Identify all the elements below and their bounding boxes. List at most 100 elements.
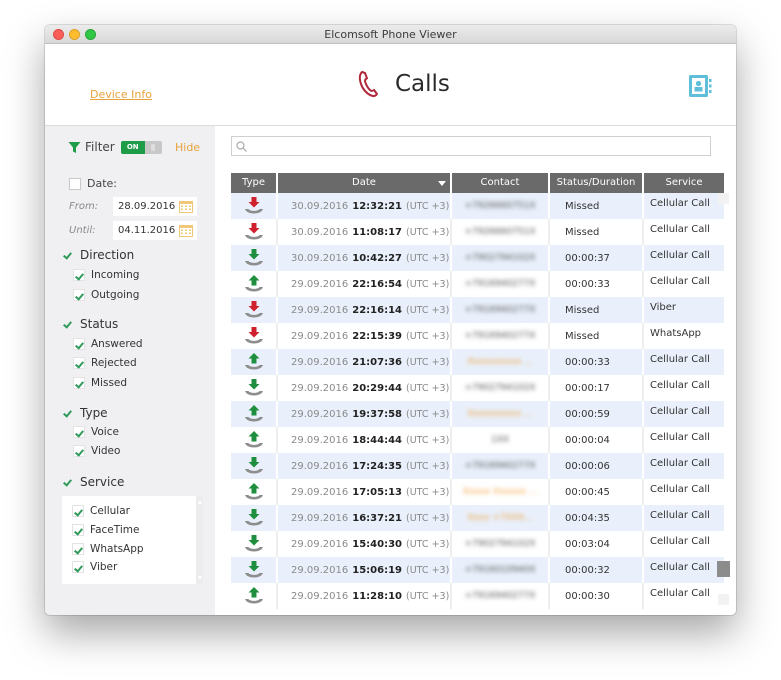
until-date-row: Until: 04.11.2016 <box>69 221 197 240</box>
calendar-icon[interactable] <box>179 224 193 237</box>
table-row[interactable]: 29.09.2016 17:24:35 (UTC +3) +7916940277X 00… <box>231 453 724 479</box>
column-header-contact[interactable]: Contact <box>452 173 550 193</box>
title-bar: Elcomsoft Phone Viewer <box>45 25 736 44</box>
checkmark-icon <box>73 445 85 457</box>
missed-checkbox[interactable]: Missed <box>73 377 127 389</box>
viber-checkbox[interactable]: Viber <box>72 561 117 573</box>
call-service: Cellular Call <box>650 276 710 287</box>
table-row[interactable]: 29.09.2016 11:28:10 (UTC +3) +7916940277X 00… <box>231 583 724 609</box>
call-type-cell <box>231 297 278 323</box>
whatsapp-label: WhatsApp <box>90 543 144 555</box>
call-contact-cell: +7916940277X <box>452 323 550 349</box>
column-header-status-duration[interactable]: Status/Duration <box>550 173 644 193</box>
scroll-up-arrow-icon[interactable] <box>198 500 202 504</box>
whatsapp-checkbox[interactable]: WhatsApp <box>72 543 144 555</box>
call-date: 29.09.2016 <box>291 356 349 368</box>
service-label: Service <box>80 475 125 489</box>
call-date: 29.09.2016 <box>291 538 349 550</box>
table-row[interactable]: 29.09.2016 15:06:19 (UTC +3) +7916010940X 00… <box>231 557 724 583</box>
table-scrollbar[interactable] <box>717 193 730 613</box>
call-service: WhatsApp <box>650 328 702 339</box>
scroll-down-arrow-icon[interactable] <box>718 594 729 605</box>
column-header-type[interactable]: Type <box>231 173 278 193</box>
call-date-cell: 30.09.2016 11:08:17 (UTC +3) <box>278 219 452 245</box>
voice-checkbox[interactable]: Voice <box>73 426 119 438</box>
table-row[interactable]: 30.09.2016 11:08:17 (UTC +3) +7926660751X Mi… <box>231 219 724 245</box>
direction-checkbox[interactable]: Direction <box>62 248 134 262</box>
type-checkbox[interactable]: Type <box>62 406 108 420</box>
call-timezone: (UTC +3) <box>406 538 450 550</box>
table-row[interactable]: 29.09.2016 19:37:58 (UTC +3) Xxxxxxxxxx ...… <box>231 401 724 427</box>
incoming-call-icon <box>244 457 263 474</box>
call-status: 00:00:59 <box>565 408 610 420</box>
table-row[interactable]: 29.09.2016 21:07:36 (UTC +3) Xxxxxxxxxx ...… <box>231 349 724 375</box>
table-row[interactable]: 29.09.2016 22:16:54 (UTC +3) +7916940277X 00… <box>231 271 724 297</box>
table-row[interactable]: 29.09.2016 20:29:44 (UTC +3) +7902794102X 00… <box>231 375 724 401</box>
status-checkbox[interactable]: Status <box>62 317 118 331</box>
scroll-down-arrow-icon[interactable] <box>198 576 202 580</box>
table-row[interactable]: 29.09.2016 16:37:21 (UTC +3) Xxxx +7XXX... 0… <box>231 505 724 531</box>
call-contact: +7926660751X <box>464 201 536 211</box>
missed-call-icon <box>244 301 263 318</box>
table-header: Type Date Contact Status/Duration Servic… <box>231 173 724 193</box>
incoming-call-icon <box>244 561 263 578</box>
call-date: 30.09.2016 <box>291 200 349 212</box>
scroll-up-arrow-icon[interactable] <box>718 193 729 204</box>
page-header: Device Info Calls <box>45 44 736 125</box>
filter-toggle[interactable]: ON <box>120 140 162 154</box>
device-info-link[interactable]: Device Info <box>90 88 152 101</box>
incoming-checkbox[interactable]: Incoming <box>73 269 139 281</box>
table-row[interactable]: 29.09.2016 22:15:39 (UTC +3) +7916940277X Mi… <box>231 323 724 349</box>
call-contact-cell: +7916940277X <box>452 297 550 323</box>
call-contact: +7916940277X <box>464 305 536 315</box>
hide-filter-link[interactable]: Hide <box>175 141 200 154</box>
service-checkbox[interactable]: Service <box>62 475 124 489</box>
call-date: 29.09.2016 <box>291 434 349 446</box>
from-date-field[interactable]: 28.09.2016 <box>113 197 197 216</box>
until-date-field[interactable]: 04.11.2016 <box>113 221 197 240</box>
column-header-date-label: Date <box>352 177 376 188</box>
checkmark-icon <box>73 357 85 369</box>
table-row[interactable]: 29.09.2016 15:40:30 (UTC +3) +7902794102X 00… <box>231 531 724 557</box>
call-type-cell <box>231 245 278 271</box>
call-service: Cellular Call <box>650 588 710 599</box>
close-window-button[interactable] <box>53 29 64 40</box>
call-status-cell: Missed <box>550 297 644 323</box>
table-row[interactable]: 29.09.2016 18:44:44 (UTC +3) 1XX 00:00:04 Cel… <box>231 427 724 453</box>
call-date-cell: 29.09.2016 21:07:36 (UTC +3) <box>278 349 452 375</box>
call-status-cell: 00:00:59 <box>550 401 644 427</box>
answered-checkbox[interactable]: Answered <box>73 338 143 350</box>
viber-label: Viber <box>90 561 118 573</box>
table-row[interactable]: 30.09.2016 10:42:27 (UTC +3) +7902794102X 00… <box>231 245 724 271</box>
scrollbar-thumb[interactable] <box>717 561 730 577</box>
minimize-window-button[interactable] <box>69 29 80 40</box>
video-checkbox[interactable]: Video <box>73 445 120 457</box>
table-row[interactable]: 29.09.2016 22:16:14 (UTC +3) +7916940277X Mi… <box>231 297 724 323</box>
outgoing-label: Outgoing <box>91 289 140 301</box>
call-status-cell: 00:04:35 <box>550 505 644 531</box>
date-filter-checkbox[interactable]: Date: <box>69 177 117 190</box>
calendar-icon[interactable] <box>179 200 193 213</box>
table-row[interactable]: 30.09.2016 12:32:21 (UTC +3) +7926660751X Mi… <box>231 193 724 219</box>
call-time: 11:08:17 <box>352 226 403 238</box>
call-contact-cell: Xxxxxxxxxx ... <box>452 349 550 375</box>
service-list-scrollbar[interactable] <box>196 496 203 584</box>
missed-call-icon <box>244 223 263 240</box>
address-book-icon[interactable] <box>687 73 713 99</box>
answered-label: Answered <box>91 338 143 350</box>
zoom-window-button[interactable] <box>85 29 96 40</box>
facetime-checkbox[interactable]: FaceTime <box>72 524 139 536</box>
column-header-date[interactable]: Date <box>278 173 452 193</box>
call-type-cell <box>231 505 278 531</box>
rejected-checkbox[interactable]: Rejected <box>73 357 137 369</box>
table-row[interactable]: 29.09.2016 17:05:13 (UTC +3) Xxxxx Xxxxxx .… <box>231 479 724 505</box>
search-input[interactable] <box>251 138 710 154</box>
date-checkbox-box[interactable] <box>69 177 81 190</box>
cellular-checkbox[interactable]: Cellular <box>72 505 130 517</box>
call-service: Cellular Call <box>650 224 710 235</box>
outgoing-checkbox[interactable]: Outgoing <box>73 289 139 301</box>
column-header-service[interactable]: Service <box>644 173 724 193</box>
search-box[interactable] <box>231 136 711 156</box>
call-date-cell: 29.09.2016 11:28:10 (UTC +3) <box>278 583 452 609</box>
call-date: 29.09.2016 <box>291 382 349 394</box>
